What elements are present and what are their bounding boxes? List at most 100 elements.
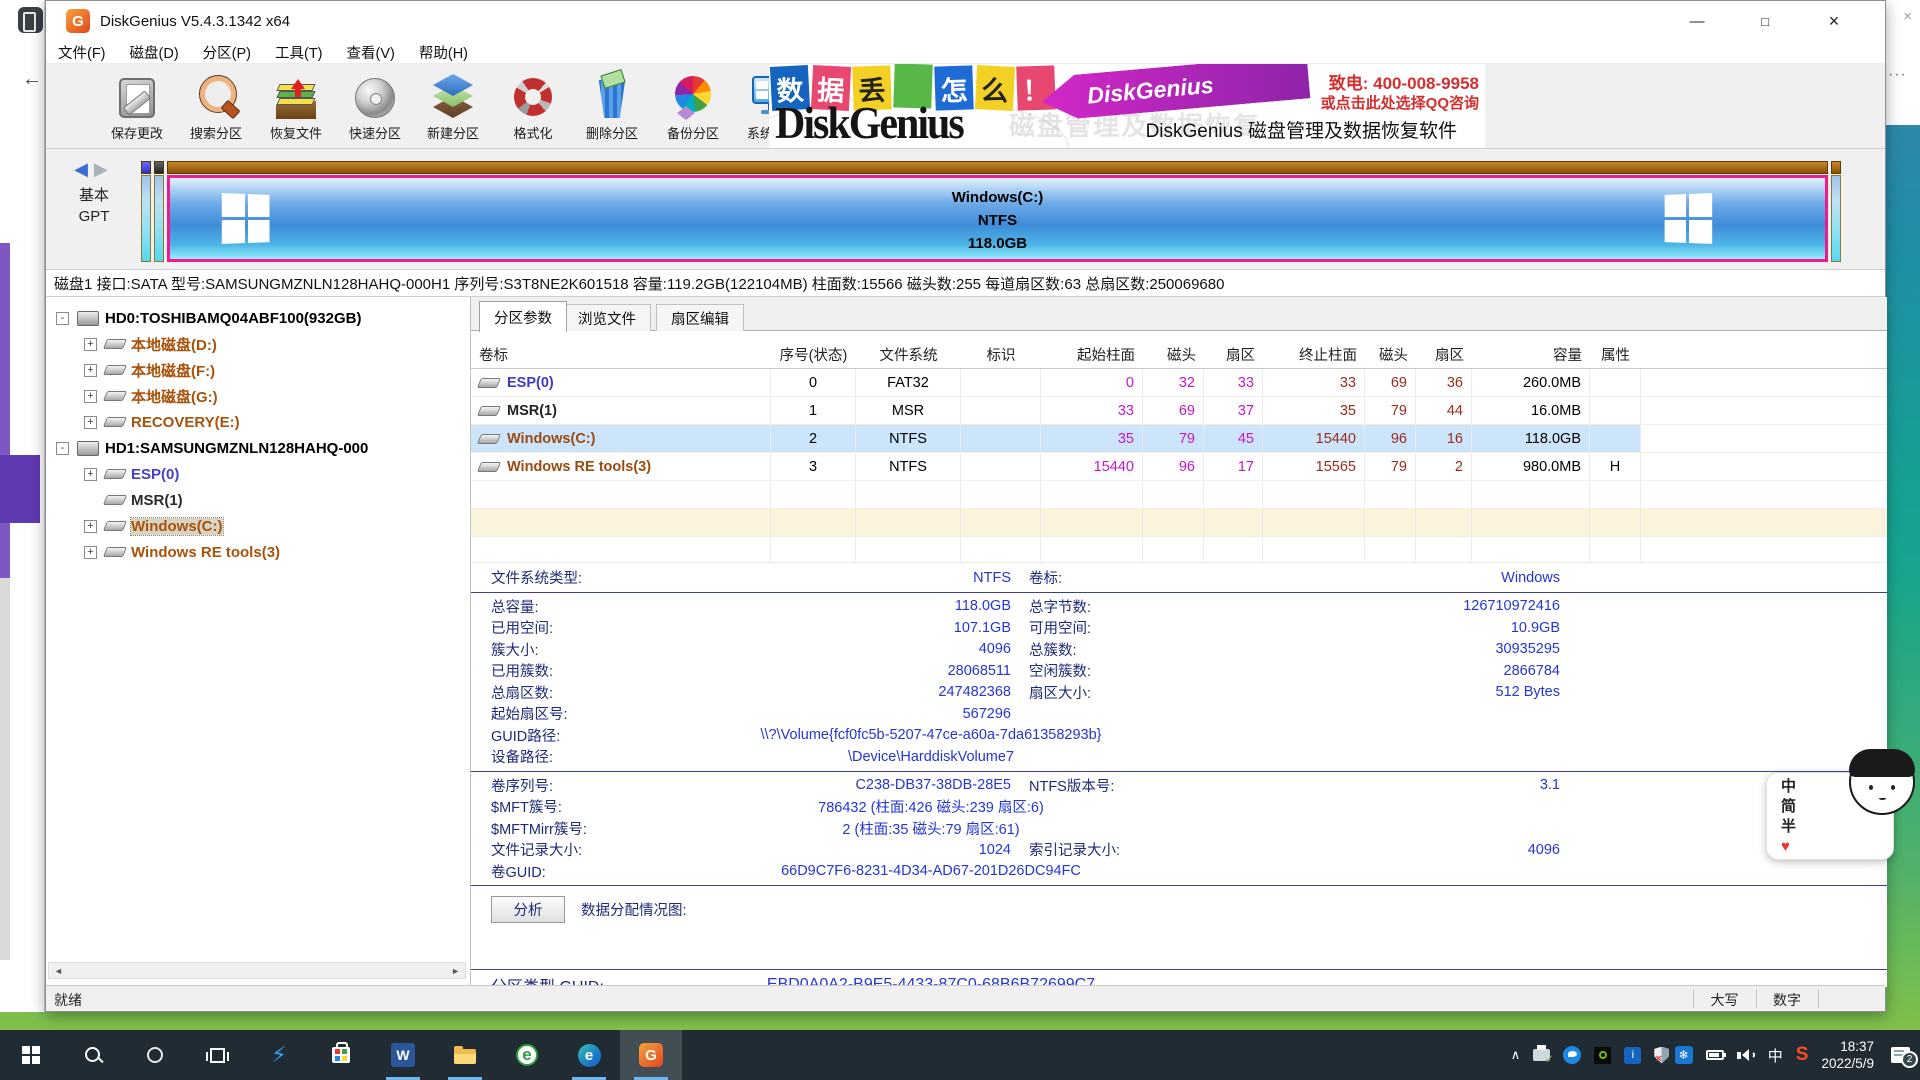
nvidia-icon[interactable]	[1594, 1047, 1611, 1064]
tray-chevron-icon[interactable]: ∧	[1511, 1047, 1521, 1063]
prev-disk-icon[interactable]: ◀	[74, 159, 94, 179]
tab-partition-params[interactable]: 分区参数	[479, 301, 567, 332]
expand-icon[interactable]: +	[84, 390, 97, 403]
ime-simplified[interactable]: 简	[1781, 797, 1796, 817]
start-button[interactable]	[0, 1030, 62, 1080]
printer-icon[interactable]	[1533, 1049, 1550, 1061]
taskbar-ie-browser[interactable]: e	[496, 1030, 558, 1080]
tree-item-windows-c[interactable]: + Windows(C:)	[46, 513, 470, 539]
close-button[interactable]: ×	[1811, 1, 1857, 41]
delete-partition-button[interactable]: 删除分区	[573, 68, 651, 146]
maximize-button[interactable]: □	[1742, 1, 1788, 41]
col-attributes[interactable]: 属性	[1590, 344, 1641, 365]
notification-center-icon[interactable]: 2	[1891, 1047, 1910, 1063]
next-disk-icon[interactable]: ▶	[94, 159, 114, 179]
collapse-icon[interactable]: -	[56, 312, 69, 325]
new-partition-button[interactable]: 新建分区	[414, 68, 492, 146]
cell-capacity: 118.0GB	[1472, 425, 1590, 452]
table-row-esp[interactable]: ESP(0) 0 FAT32 0 32 33 33 69 36 260.0MB	[471, 369, 1887, 397]
collapse-icon[interactable]: -	[56, 442, 69, 455]
snowflake-icon[interactable]: ❄	[1675, 1046, 1693, 1064]
taskbar-thunder[interactable]: ⚡	[248, 1030, 310, 1080]
menu-view[interactable]: 查看(V)	[347, 42, 395, 63]
table-row-msr[interactable]: MSR(1) 1 MSR 33 69 37 35 79 44 16.0MB	[471, 397, 1887, 425]
partition-block-re-tools[interactable]	[1831, 161, 1841, 263]
taskbar-search[interactable]	[62, 1030, 124, 1080]
col-capacity[interactable]: 容量	[1472, 344, 1590, 365]
menu-partition[interactable]: 分区(P)	[203, 42, 251, 63]
taskbar-word[interactable]: W	[372, 1030, 434, 1080]
ime-lang-chinese[interactable]: 中	[1781, 777, 1796, 797]
tree-item-esp[interactable]: + ESP(0)	[46, 461, 470, 487]
col-end-head[interactable]: 磁头	[1365, 344, 1416, 365]
expand-icon[interactable]: +	[84, 468, 97, 481]
quick-partition-button[interactable]: 快速分区	[336, 68, 414, 146]
sogou-icon[interactable]: S	[1796, 1044, 1809, 1066]
battery-icon[interactable]	[1706, 1050, 1724, 1060]
search-partition-button[interactable]: 搜索分区	[177, 68, 255, 146]
menu-tools[interactable]: 工具(T)	[275, 42, 323, 63]
ime-toolbar-panel[interactable]: 中 简 半 ♥	[1766, 772, 1894, 860]
menu-help[interactable]: 帮助(H)	[419, 42, 468, 63]
scroll-left-icon[interactable]: ◄	[49, 966, 68, 976]
analyze-button[interactable]: 分析	[491, 896, 565, 923]
tree-item-msr[interactable]: MSR(1)	[46, 487, 470, 513]
col-end-sector[interactable]: 扇区	[1416, 344, 1472, 365]
taskbar-diskgenius[interactable]: G	[620, 1030, 682, 1080]
taskbar-file-explorer[interactable]	[434, 1030, 496, 1080]
partition-block-msr[interactable]	[154, 161, 164, 263]
table-row-windows-re-tools[interactable]: Windows RE tools(3) 3 NTFS 15440 96 17 1…	[471, 453, 1887, 481]
taskbar-clock[interactable]: 18:37 2022/5/9	[1821, 1038, 1874, 1072]
recover-files-button[interactable]: 恢复文件	[257, 68, 335, 146]
col-start-cylinder[interactable]: 起始柱面	[1041, 344, 1143, 365]
security-shield-icon[interactable]: ×	[1654, 1047, 1661, 1064]
minimize-button[interactable]: —	[1674, 1, 1720, 41]
tree-item-local-disk-g[interactable]: + 本地磁盘(G:)	[46, 383, 470, 409]
col-start-sector[interactable]: 扇区	[1204, 344, 1263, 365]
disk-tree-panel: - HD0:TOSHIBAMQ04ABF100(932GB) + 本地磁盘(D:…	[46, 297, 471, 987]
tree-item-hd1[interactable]: - HD1:SAMSUNGMZNLN128HAHQ-000	[46, 435, 470, 461]
table-row-windows-c[interactable]: Windows(C:) 2 NTFS 35 79 45 15440 96 16 …	[471, 425, 1887, 453]
taskbar-store[interactable]	[310, 1030, 372, 1080]
heart-icon[interactable]: ♥	[1781, 837, 1796, 857]
banner-qq-link[interactable]: 或点击此处选择QQ咨询	[1321, 92, 1479, 113]
tree-item-local-disk-d[interactable]: + 本地磁盘(D:)	[46, 331, 470, 357]
tree-item-local-disk-f[interactable]: + 本地磁盘(F:)	[46, 357, 470, 383]
expand-icon[interactable]: +	[84, 416, 97, 429]
expand-icon[interactable]: +	[84, 338, 97, 351]
expand-icon[interactable]: +	[84, 546, 97, 559]
backup-partition-button[interactable]: 备份分区	[654, 68, 732, 146]
ime-indicator[interactable]: 中	[1768, 1045, 1783, 1066]
tray-app-icon[interactable]	[1563, 1046, 1581, 1064]
save-changes-button[interactable]: 保存更改	[98, 68, 176, 146]
scroll-right-icon[interactable]: ►	[446, 966, 465, 976]
format-button[interactable]: 格式化	[494, 68, 572, 146]
taskbar-edge[interactable]: e	[558, 1030, 620, 1080]
tree-horizontal-scrollbar[interactable]: ◄ ►	[48, 962, 466, 979]
col-start-head[interactable]: 磁头	[1143, 344, 1204, 365]
partition-block-windows-c[interactable]: Windows(C:) NTFS 118.0GB	[167, 161, 1828, 263]
background-more-icon: ···	[1888, 66, 1907, 84]
cell-end-sector: 36	[1416, 369, 1472, 396]
taskbar-cortana[interactable]	[124, 1030, 186, 1080]
expand-icon[interactable]: +	[84, 520, 97, 533]
tab-browse-files[interactable]: 浏览文件	[563, 304, 651, 331]
tree-item-recovery-e[interactable]: + RECOVERY(E:)	[46, 409, 470, 435]
col-volume-label[interactable]: 卷标	[471, 344, 771, 365]
partition-block-esp[interactable]	[141, 161, 151, 263]
col-filesystem[interactable]: 文件系统	[856, 344, 961, 365]
tree-item-hd0[interactable]: - HD0:TOSHIBAMQ04ABF100(932GB)	[46, 305, 470, 331]
col-index-status[interactable]: 序号(状态)	[771, 344, 856, 365]
menu-disk[interactable]: 磁盘(D)	[130, 42, 179, 63]
col-end-cylinder[interactable]: 终止柱面	[1263, 344, 1365, 365]
task-view-button[interactable]	[186, 1030, 248, 1080]
tree-item-windows-re-tools[interactable]: + Windows RE tools(3)	[46, 539, 470, 565]
expand-icon[interactable]: +	[84, 364, 97, 377]
ad-banner[interactable]: 磁盘管理及数据恢复 数 据 丢 怎 么 ！ DiskGenius DiskGen…	[769, 64, 1485, 148]
volume-icon[interactable]	[1737, 1049, 1755, 1061]
ime-halfwidth[interactable]: 半	[1781, 817, 1796, 837]
tab-sector-edit[interactable]: 扇区编辑	[656, 304, 744, 331]
col-flag[interactable]: 标识	[961, 344, 1041, 365]
intel-graphics-icon[interactable]: i	[1624, 1047, 1641, 1064]
menu-file[interactable]: 文件(F)	[58, 42, 106, 63]
